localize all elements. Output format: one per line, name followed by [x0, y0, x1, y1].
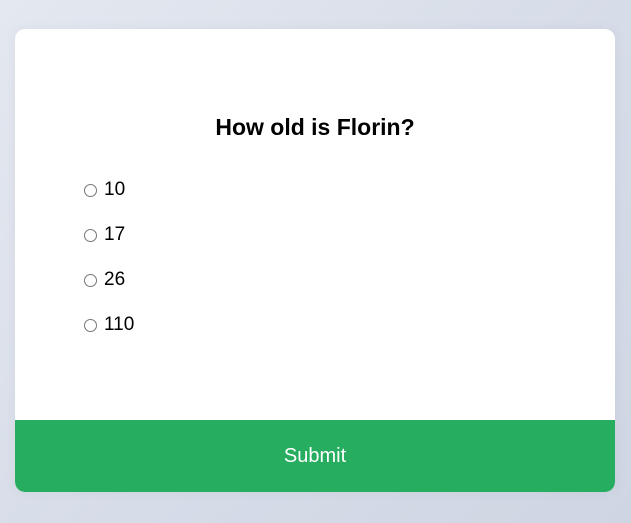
answer-radio-c[interactable] [84, 274, 97, 287]
answer-option: 26 [84, 266, 134, 311]
answer-option: 110 [84, 311, 134, 356]
quiz-card: How old is Florin? 10 17 26 110 Submit [15, 29, 615, 492]
answer-label-d[interactable]: 110 [104, 311, 134, 339]
answer-option: 10 [84, 176, 134, 221]
answer-radio-b[interactable] [84, 229, 97, 242]
answer-radio-d[interactable] [84, 319, 97, 332]
answer-label-a[interactable]: 10 [104, 176, 125, 204]
answer-label-b[interactable]: 17 [104, 221, 125, 249]
answer-option: 17 [84, 221, 134, 266]
submit-button[interactable]: Submit [15, 420, 615, 492]
answer-radio-a[interactable] [84, 184, 97, 197]
answer-label-c[interactable]: 26 [104, 266, 125, 294]
quiz-question: How old is Florin? [215, 114, 415, 140]
answer-list: 10 17 26 110 [84, 176, 134, 356]
